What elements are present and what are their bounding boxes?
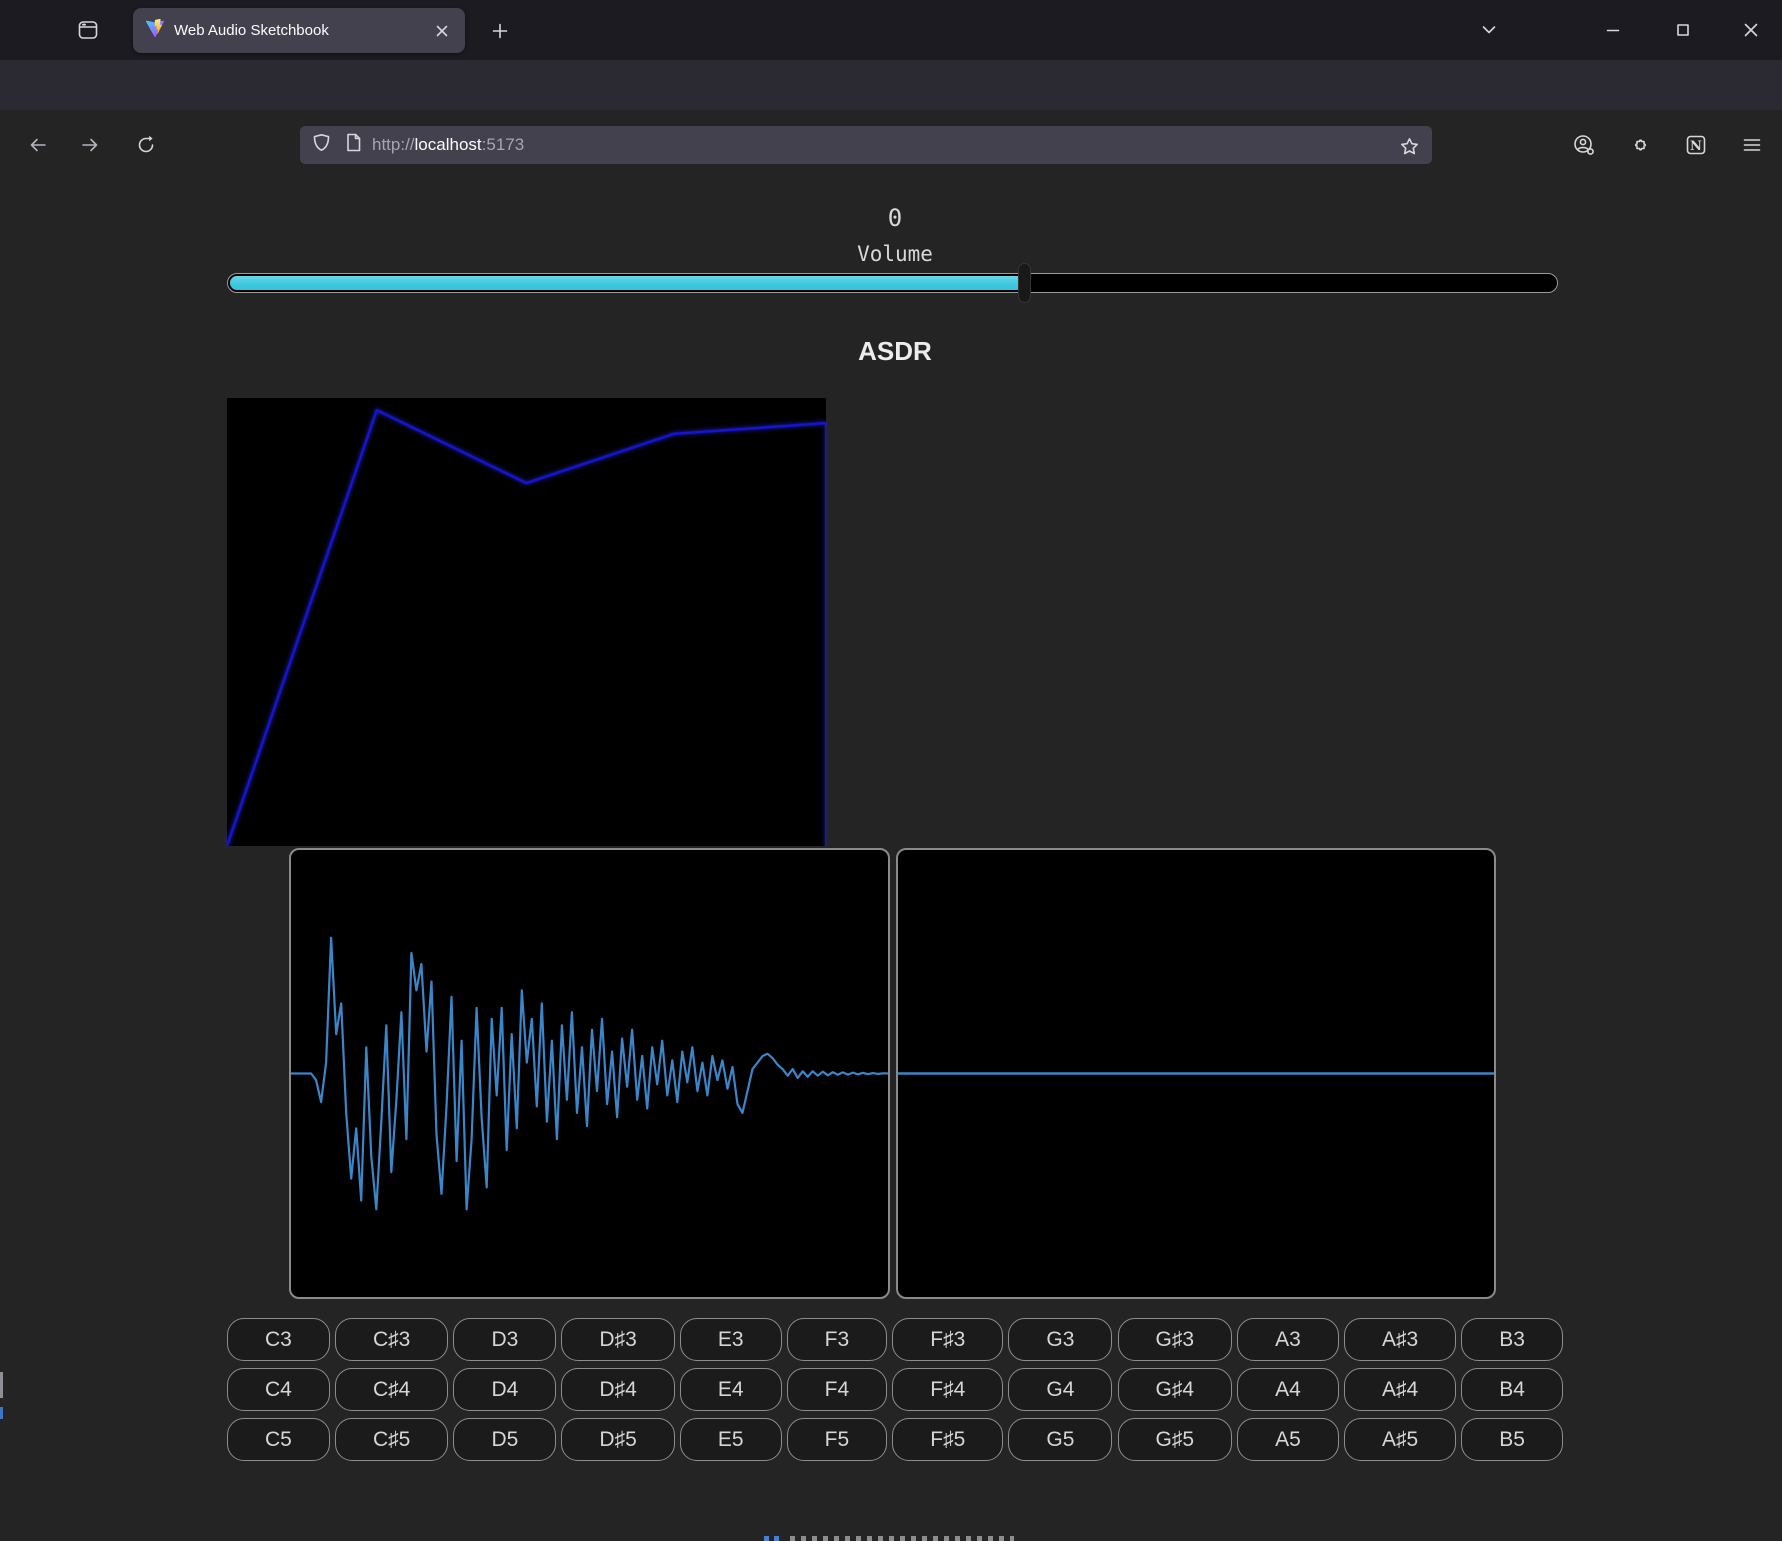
firefox-view-icon[interactable] xyxy=(70,12,106,48)
note-button-gsharp4[interactable]: G♯4 xyxy=(1118,1368,1233,1411)
note-button-b4[interactable]: B4 xyxy=(1461,1368,1563,1411)
adsr-envelope-canvas[interactable] xyxy=(227,398,826,846)
note-button-g3[interactable]: G3 xyxy=(1008,1318,1112,1361)
window-minimize-button[interactable] xyxy=(1592,10,1634,50)
note-button-b3[interactable]: B3 xyxy=(1461,1318,1563,1361)
note-button-fsharp4[interactable]: F♯4 xyxy=(892,1368,1003,1411)
note-button-g4[interactable]: G4 xyxy=(1008,1368,1112,1411)
note-button-asharp4[interactable]: A♯4 xyxy=(1344,1368,1456,1411)
url-host: localhost xyxy=(415,135,482,154)
note-button-d5[interactable]: D5 xyxy=(453,1418,556,1461)
shield-icon[interactable] xyxy=(312,133,331,157)
reload-icon[interactable] xyxy=(126,125,166,165)
note-button-gsharp5[interactable]: G♯5 xyxy=(1118,1418,1233,1461)
page-info-icon[interactable] xyxy=(345,133,362,157)
volume-slider[interactable] xyxy=(227,273,1558,293)
window-close-button[interactable] xyxy=(1730,10,1772,50)
notion-icon[interactable]: N xyxy=(1676,125,1716,165)
note-button-csharp4[interactable]: C♯4 xyxy=(335,1368,448,1411)
note-button-c5[interactable]: C5 xyxy=(227,1418,330,1461)
note-button-a4[interactable]: A4 xyxy=(1237,1368,1339,1411)
waveform-canvas-right xyxy=(896,848,1496,1299)
url-text: http://localhost:5173 xyxy=(372,135,524,155)
extensions-puzzle-icon[interactable] xyxy=(1620,125,1660,165)
back-icon[interactable] xyxy=(18,125,58,165)
asdr-heading: ASDR xyxy=(227,336,1563,367)
window-maximize-button[interactable] xyxy=(1662,10,1704,50)
tab-title: Web Audio Sketchbook xyxy=(174,22,429,39)
waveform-canvas-left xyxy=(289,848,890,1299)
new-tab-button[interactable] xyxy=(482,13,518,49)
clipped-footer-text xyxy=(790,1536,1014,1541)
note-button-d3[interactable]: D3 xyxy=(453,1318,556,1361)
note-button-asharp5[interactable]: A♯5 xyxy=(1344,1418,1456,1461)
note-row: C5C♯5D5D♯5E5F5F♯5G5G♯5A5A♯5B5 xyxy=(227,1418,1563,1461)
note-button-csharp5[interactable]: C♯5 xyxy=(335,1418,448,1461)
note-button-c4[interactable]: C4 xyxy=(227,1368,330,1411)
note-row: C4C♯4D4D♯4E4F4F♯4G4G♯4A4A♯4B4 xyxy=(227,1368,1563,1411)
note-button-e4[interactable]: E4 xyxy=(680,1368,782,1411)
volume-label: Volume xyxy=(227,242,1563,266)
edge-artifact-blue xyxy=(0,1407,3,1419)
clipped-footer-text-blue xyxy=(764,1536,780,1541)
note-button-f5[interactable]: F5 xyxy=(787,1418,888,1461)
note-button-e5[interactable]: E5 xyxy=(680,1418,782,1461)
note-button-dsharp3[interactable]: D♯3 xyxy=(561,1318,674,1361)
url-port: :5173 xyxy=(482,135,525,154)
browser-tab[interactable]: Web Audio Sketchbook xyxy=(133,8,465,53)
volume-slider-thumb[interactable] xyxy=(1018,263,1031,303)
note-button-gsharp3[interactable]: G♯3 xyxy=(1118,1318,1233,1361)
menu-hamburger-icon[interactable] xyxy=(1732,125,1772,165)
note-button-e3[interactable]: E3 xyxy=(680,1318,782,1361)
note-row: C3C♯3D3D♯3E3F3F♯3G3G♯3A3A♯3B3 xyxy=(227,1318,1563,1361)
note-button-fsharp5[interactable]: F♯5 xyxy=(892,1418,1003,1461)
note-button-f3[interactable]: F3 xyxy=(787,1318,888,1361)
note-button-csharp3[interactable]: C♯3 xyxy=(335,1318,448,1361)
note-button-d4[interactable]: D4 xyxy=(453,1368,556,1411)
vite-favicon xyxy=(145,18,165,43)
edge-artifact-gray xyxy=(0,1372,3,1398)
note-button-b5[interactable]: B5 xyxy=(1461,1418,1563,1461)
volume-value: 0 xyxy=(227,204,1563,232)
url-scheme: http:// xyxy=(372,135,415,154)
note-button-asharp3[interactable]: A♯3 xyxy=(1344,1318,1456,1361)
note-button-f4[interactable]: F4 xyxy=(787,1368,888,1411)
browser-toolbar: http://localhost:5173 N xyxy=(0,60,1782,110)
volume-slider-fill xyxy=(230,276,1024,290)
url-bar[interactable]: http://localhost:5173 xyxy=(300,126,1432,164)
note-button-dsharp5[interactable]: D♯5 xyxy=(561,1418,674,1461)
note-button-a3[interactable]: A3 xyxy=(1237,1318,1339,1361)
note-keyboard: C3C♯3D3D♯3E3F3F♯3G3G♯3A3A♯3B3 C4C♯4D4D♯4E… xyxy=(227,1318,1563,1461)
tab-close-icon[interactable] xyxy=(429,18,455,44)
note-button-dsharp4[interactable]: D♯4 xyxy=(561,1368,674,1411)
note-button-g5[interactable]: G5 xyxy=(1008,1418,1112,1461)
svg-text:N: N xyxy=(1690,139,1702,154)
note-button-fsharp3[interactable]: F♯3 xyxy=(892,1318,1003,1361)
note-button-a5[interactable]: A5 xyxy=(1237,1418,1339,1461)
list-tabs-chevron-icon[interactable] xyxy=(1468,10,1510,50)
note-button-c3[interactable]: C3 xyxy=(227,1318,330,1361)
browser-titlebar: Web Audio Sketchbook xyxy=(0,0,1782,60)
bookmark-star-icon[interactable] xyxy=(1396,133,1422,159)
account-icon[interactable] xyxy=(1564,125,1604,165)
forward-icon[interactable] xyxy=(70,125,110,165)
